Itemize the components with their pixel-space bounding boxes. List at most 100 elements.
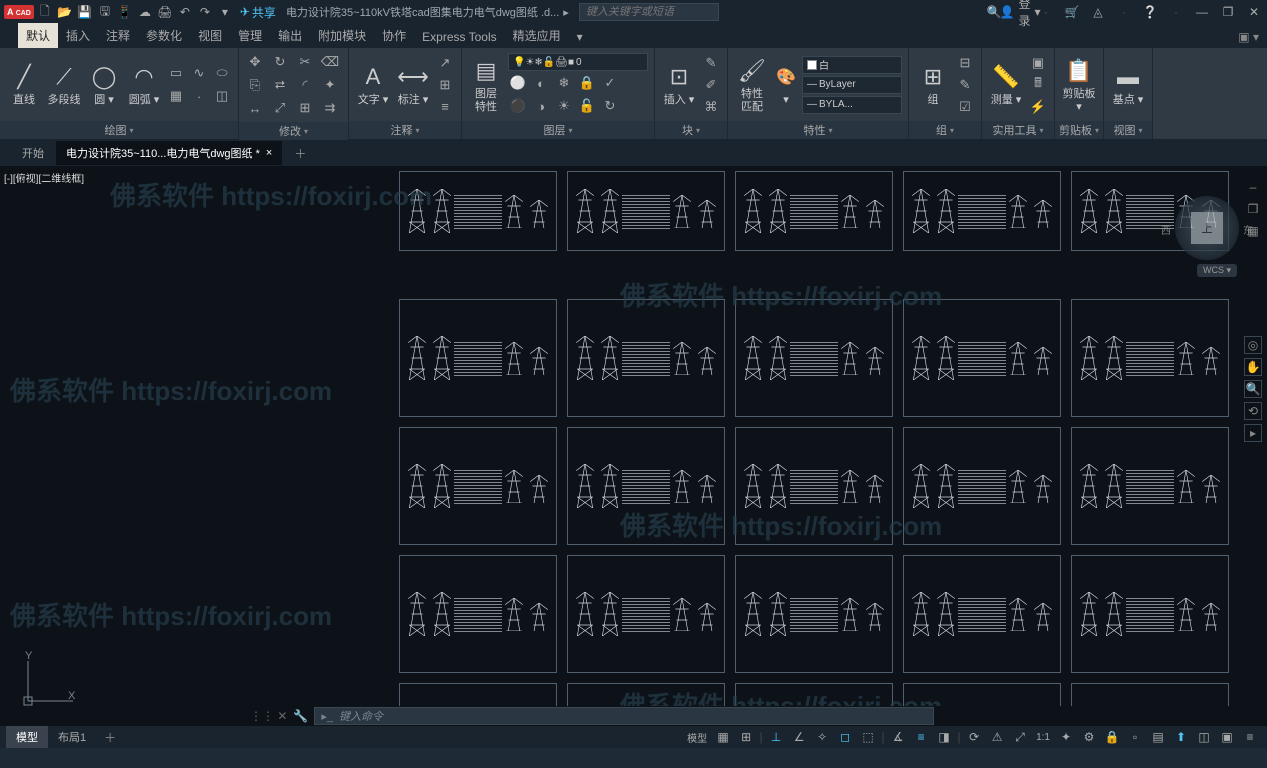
drawing-sheet[interactable] [735, 171, 893, 251]
scale-display[interactable]: 1:1 [1032, 728, 1054, 746]
drawing-sheet[interactable] [903, 427, 1061, 545]
tab-view[interactable]: 视图 [190, 23, 230, 48]
saveas-icon[interactable]: 🖫 [96, 3, 114, 21]
scale-icon[interactable]: ⤢ [270, 98, 290, 118]
plot-icon[interactable]: 🖨 [156, 3, 174, 21]
tab-default[interactable]: 默认 [18, 23, 58, 48]
drawing-sheet[interactable] [567, 555, 725, 673]
tab-addins[interactable]: 附加模块 [310, 23, 374, 48]
drawing-sheet[interactable] [903, 555, 1061, 673]
web-save-icon[interactable]: ☁ [136, 3, 154, 21]
clean-icon[interactable]: ▣ [1216, 728, 1238, 746]
isolate-icon[interactable]: ◫ [1193, 728, 1215, 746]
drawing-canvas[interactable]: [-][俯视][二维线框] 佛系软件 https://foxirj.com 佛系… [0, 166, 1267, 726]
layiso-icon[interactable]: ◐ [531, 73, 551, 93]
close-icon[interactable]: ✕ [1245, 3, 1263, 21]
drawing-sheet[interactable] [735, 299, 893, 417]
matchprop-button[interactable]: 🖌特性 匹配 [734, 56, 770, 112]
autodesk-icon[interactable]: ◬ [1089, 3, 1107, 21]
select-icon[interactable]: ▣ [1028, 53, 1048, 73]
drawing-sheet[interactable] [399, 427, 557, 545]
command-input[interactable]: ▸_ 键入命令 [314, 707, 934, 725]
drawing-sheet[interactable] [735, 427, 893, 545]
circle-button[interactable]: ◯圆 ▾ [86, 62, 122, 106]
arc-button[interactable]: ◠圆弧 ▾ [126, 62, 162, 106]
mline-icon[interactable]: ≡ [435, 97, 455, 117]
viewport-label[interactable]: [-][俯视][二维线框] [4, 170, 84, 185]
layulk-icon[interactable]: 🔓 [577, 96, 597, 116]
drawing-sheet[interactable] [903, 299, 1061, 417]
leader-icon[interactable]: ↗ [435, 53, 455, 73]
ungroup-icon[interactable]: ⊟ [955, 53, 975, 73]
dim-button[interactable]: ⟷标注 ▾ [395, 62, 431, 106]
pan-icon[interactable]: ✋ [1244, 358, 1262, 376]
drawing-sheet[interactable] [399, 555, 557, 673]
units-icon[interactable]: ▫ [1124, 728, 1146, 746]
insert-button[interactable]: ⊡插入 ▾ [661, 62, 697, 106]
text-button[interactable]: A文字 ▾ [355, 62, 391, 106]
measure-button[interactable]: 📏测量 ▾ [988, 62, 1024, 106]
tab-featured[interactable]: 精选应用 [505, 23, 569, 48]
cart-icon[interactable]: 🛒 [1063, 3, 1081, 21]
wcs-label[interactable]: WCS ▾ [1197, 264, 1237, 277]
trim-icon[interactable]: ✂ [295, 52, 315, 72]
cmd-config-icon[interactable]: 🔧 [293, 709, 308, 723]
rect-icon[interactable]: ▭ [166, 63, 186, 83]
tab-layout1[interactable]: 布局1 [48, 726, 96, 748]
bylayer-button[interactable]: 🎨▾ [774, 62, 798, 106]
redo-icon[interactable]: ↷ [196, 3, 214, 21]
group-edit-icon[interactable]: ✎ [955, 75, 975, 95]
3dosnap-icon[interactable]: ⬚ [857, 728, 879, 746]
move-icon[interactable]: ✥ [245, 52, 265, 72]
save-icon[interactable]: 💾 [76, 3, 94, 21]
workspace-icon[interactable]: ⚙ [1078, 728, 1100, 746]
drawing-sheet[interactable] [399, 171, 557, 251]
tab-annotate[interactable]: 注释 [98, 23, 138, 48]
laymch-icon[interactable]: ✓ [600, 73, 620, 93]
iso-icon[interactable]: ✧ [811, 728, 833, 746]
transparency-icon[interactable]: ◨ [933, 728, 955, 746]
web-open-icon[interactable]: 📱 [116, 3, 134, 21]
explode-icon[interactable]: ✦ [320, 75, 340, 95]
lock-ui-icon[interactable]: 🔒 [1101, 728, 1123, 746]
lwt-icon[interactable]: ≡ [910, 728, 932, 746]
hatch-icon[interactable]: ▦ [166, 86, 186, 106]
cmd-handle-icon[interactable]: ⋮⋮ ✕ [250, 709, 287, 723]
layon-icon[interactable]: ⚫ [508, 96, 528, 116]
create-block-icon[interactable]: ✎ [701, 53, 721, 73]
array-icon[interactable]: ⊞ [295, 98, 315, 118]
fillet-icon[interactable]: ◜ [295, 75, 315, 95]
zoom-icon[interactable]: 🔍 [1244, 380, 1262, 398]
drawing-sheet[interactable] [567, 427, 725, 545]
copy-icon[interactable]: ⎘ [245, 75, 265, 95]
tab-insert[interactable]: 插入 [58, 23, 98, 48]
mirror-icon[interactable]: ⮂ [270, 75, 290, 95]
point-icon[interactable]: ∙ [189, 86, 209, 106]
help-icon[interactable]: ❔ [1141, 3, 1159, 21]
tab-current-file[interactable]: 电力设计院35~110...电力电气dwg图纸 * × [56, 141, 282, 165]
new-tab-icon[interactable]: ＋ [284, 141, 316, 166]
cycle-icon[interactable]: ⟳ [963, 728, 985, 746]
search-input[interactable] [579, 3, 719, 21]
layer-dropdown[interactable]: 💡☀❄🔓🖨■ 0 [508, 53, 648, 71]
layoff-icon[interactable]: ⚪ [508, 73, 528, 93]
drawing-sheet[interactable] [1071, 299, 1229, 417]
calc-icon[interactable]: 🖩 [1028, 75, 1048, 95]
annomonitor-icon[interactable]: ⚠ [986, 728, 1008, 746]
drawing-sheet[interactable] [567, 171, 725, 251]
edit-block-icon[interactable]: ✐ [701, 75, 721, 95]
snap-icon[interactable]: ⊞ [735, 728, 757, 746]
tab-overflow-icon[interactable]: ▾ [569, 26, 591, 48]
showmotion-icon[interactable]: ▸ [1244, 424, 1262, 442]
drawing-sheet[interactable] [399, 299, 557, 417]
lineweight-dropdown[interactable]: — ByLayer [802, 76, 902, 94]
tab-parametric[interactable]: 参数化 [138, 23, 190, 48]
region-icon[interactable]: ◫ [212, 86, 232, 106]
otrack-icon[interactable]: ∡ [887, 728, 909, 746]
new-icon[interactable]: 🗋 [36, 3, 54, 21]
tab-express[interactable]: Express Tools [414, 26, 504, 48]
laycur-icon[interactable]: ↻ [600, 96, 620, 116]
wheel-icon[interactable]: ◎ [1244, 336, 1262, 354]
tab-collaborate[interactable]: 协作 [374, 23, 414, 48]
view-cube[interactable]: 西 上 东 [1175, 196, 1239, 260]
